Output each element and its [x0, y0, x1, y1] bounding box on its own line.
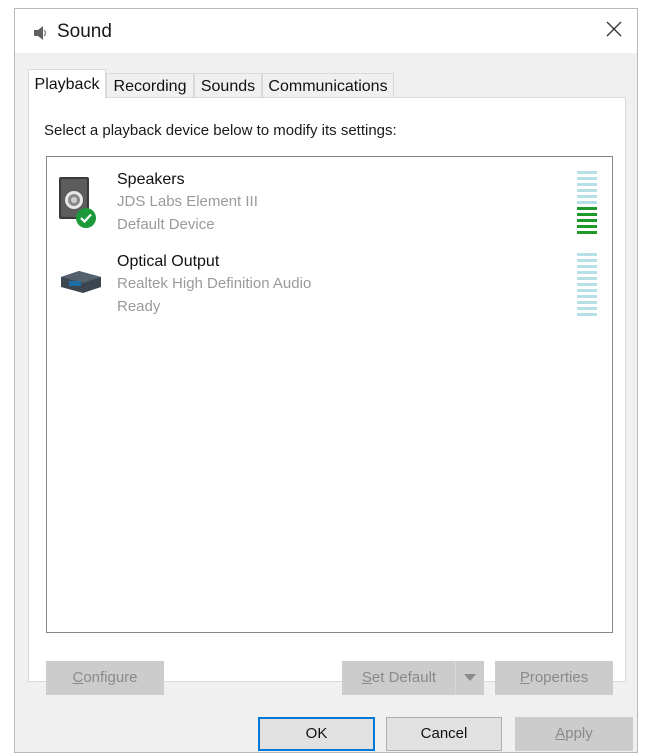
device-status: Default Device: [117, 216, 215, 233]
meter-segment: [577, 219, 597, 222]
close-icon: [606, 21, 622, 42]
device-driver: JDS Labs Element III: [117, 193, 258, 210]
meter-segment: [577, 189, 597, 192]
meter-segment: [577, 253, 597, 256]
properties-label: roperties: [529, 669, 589, 686]
device-item-optical-output[interactable]: Optical Output Realtek High Definition A…: [47, 253, 612, 333]
meter-segment: [577, 259, 597, 262]
meter-segment: [577, 289, 597, 292]
device-list[interactable]: Speakers JDS Labs Element III Default De…: [46, 156, 613, 633]
configure-accel: C: [72, 669, 84, 686]
meter-segment: [577, 225, 597, 228]
meter-segment: [577, 201, 597, 204]
set-default-accel: S: [361, 669, 372, 686]
meter-segment: [577, 271, 597, 274]
configure-label: onfigure: [83, 669, 138, 686]
device-status: Ready: [117, 298, 161, 315]
set-default-button[interactable]: Set Default: [342, 661, 456, 695]
device-item-speakers[interactable]: Speakers JDS Labs Element III Default De…: [47, 171, 612, 251]
meter-segment: [577, 301, 597, 304]
meter-segment: [577, 171, 597, 174]
tab-playback[interactable]: Playback: [28, 69, 106, 99]
meter-segment: [577, 313, 597, 316]
meter-segment: [577, 265, 597, 268]
apply-button[interactable]: Apply: [515, 717, 633, 751]
device-driver: Realtek High Definition Audio: [117, 275, 312, 292]
apply-label: pply: [565, 725, 593, 742]
window-title: Sound: [57, 21, 112, 42]
apply-accel: A: [555, 725, 566, 742]
playback-panel: Select a playback device below to modify…: [28, 97, 626, 695]
meter-segment: [577, 307, 597, 310]
meter-segment: [577, 295, 597, 298]
volume-meter: [577, 171, 597, 237]
dropdown-arrow-icon: [464, 669, 476, 686]
set-default-dropdown-button[interactable]: [456, 661, 484, 695]
cancel-button[interactable]: Cancel: [386, 717, 502, 751]
speaker-icon: [31, 23, 51, 43]
meter-segment: [577, 283, 597, 286]
meter-segment: [577, 231, 597, 234]
meter-segment: [577, 177, 597, 180]
meter-segment: [577, 195, 597, 198]
tab-recording[interactable]: Recording: [106, 73, 194, 98]
instruction-text: Select a playback device below to modify…: [44, 122, 397, 139]
sound-dialog: Sound Playback Recording Sounds Communic…: [14, 8, 638, 753]
device-name: Speakers: [117, 171, 185, 188]
title-bar: Sound: [15, 9, 637, 53]
meter-segment: [577, 277, 597, 280]
properties-accel: P: [519, 669, 530, 686]
set-default-label: et Default: [371, 669, 437, 686]
meter-segment: [577, 213, 597, 216]
close-button[interactable]: [591, 9, 637, 53]
optical-output-icon: [55, 261, 107, 306]
ok-button[interactable]: OK: [258, 717, 375, 751]
default-check-icon: [75, 207, 97, 234]
configure-button[interactable]: Configure: [46, 661, 164, 695]
device-name: Optical Output: [117, 253, 220, 270]
meter-segment: [577, 207, 597, 210]
meter-segment: [577, 183, 597, 186]
volume-meter: [577, 253, 597, 319]
properties-button[interactable]: Properties: [495, 661, 613, 695]
tab-communications[interactable]: Communications: [262, 73, 394, 98]
tab-sounds[interactable]: Sounds: [194, 73, 262, 98]
